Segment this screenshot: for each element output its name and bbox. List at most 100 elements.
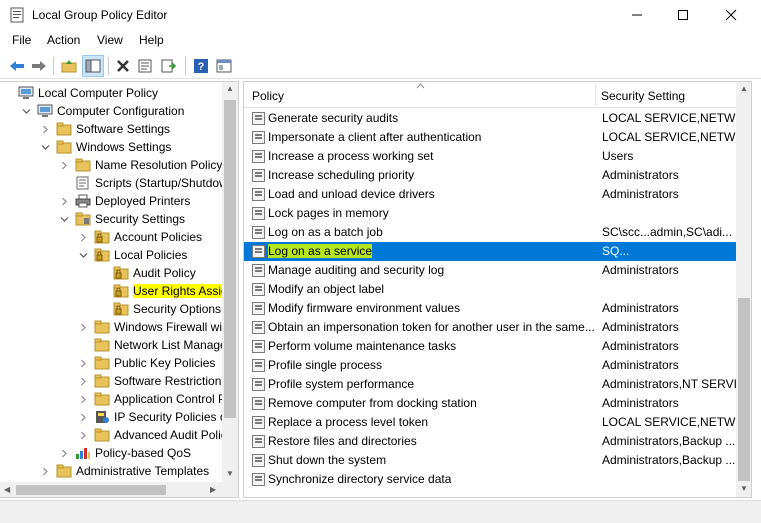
tree-node[interactable]: Policy-based QoS xyxy=(59,444,191,462)
menu-file[interactable]: File xyxy=(12,33,31,47)
collapsed-chevron-icon[interactable] xyxy=(78,232,88,242)
collapsed-chevron-icon[interactable] xyxy=(78,358,88,368)
policy-row[interactable]: Load and unload device drivers Administra… xyxy=(244,185,737,204)
policy-name: Restore files and directories xyxy=(268,434,417,448)
tree-node[interactable]: IP Security Policies on Local Computer xyxy=(78,408,238,426)
list-vertical-scrollbar[interactable]: ▲ ▼ xyxy=(736,82,751,497)
svg-text:?: ? xyxy=(198,61,205,73)
policy-row[interactable]: Increase a process working set Users xyxy=(244,147,737,166)
policy-setting-icon xyxy=(252,150,265,163)
scroll-right-arrow-icon[interactable]: ▶ xyxy=(210,486,216,494)
show-hide-tree-button[interactable] xyxy=(82,55,104,77)
menu-bar: File Action View Help xyxy=(0,30,761,52)
collapsed-chevron-icon[interactable] xyxy=(59,196,69,206)
tree-node[interactable]: Name Resolution Policy xyxy=(59,156,222,174)
collapsed-chevron-icon[interactable] xyxy=(78,430,88,440)
column-header-policy[interactable]: Policy xyxy=(252,89,284,103)
tree-node[interactable]: Security Settings xyxy=(59,210,185,228)
tree-node[interactable]: Scripts (Startup/Shutdown) xyxy=(59,174,238,192)
policy-row[interactable]: Perform volume maintenance tasks Administ… xyxy=(244,337,737,356)
menu-action[interactable]: Action xyxy=(47,33,80,47)
no-expander xyxy=(97,286,107,296)
policy-row[interactable]: Increase scheduling priority Administrato… xyxy=(244,166,737,185)
tree-node[interactable]: Audit Policy xyxy=(97,264,196,282)
properties-button[interactable] xyxy=(134,55,156,77)
policy-row[interactable]: Restore files and directories Administrat… xyxy=(244,432,737,451)
policy-row[interactable]: Profile system performance Administrators… xyxy=(244,375,737,394)
policy-row[interactable]: Lock pages in memory xyxy=(244,204,737,223)
policy-row[interactable]: Log on as a batch job SC\scc...admin,SC\a… xyxy=(244,223,737,242)
tree-node[interactable]: Software Settings xyxy=(40,120,170,138)
maximize-button[interactable] xyxy=(660,0,706,30)
policy-row[interactable]: Shut down the system Administrators,Backu… xyxy=(244,451,737,470)
tree-vertical-scrollbar[interactable]: ▲ ▼ xyxy=(222,82,238,482)
tree-node[interactable]: Windows Firewall with Advanced Security xyxy=(78,318,238,336)
tree-node[interactable]: Application Control Policies xyxy=(78,390,238,408)
policy-row[interactable]: Modify an object label xyxy=(244,280,737,299)
list-scroll-up-arrow-icon[interactable]: ▲ xyxy=(740,85,748,93)
console-button[interactable] xyxy=(213,55,235,77)
column-divider[interactable] xyxy=(595,84,596,106)
tree-node[interactable]: Local Policies xyxy=(78,246,187,264)
policy-row[interactable]: Generate security audits LOCAL SERVICE,NE… xyxy=(244,109,737,128)
collapsed-chevron-icon[interactable] xyxy=(78,376,88,386)
policy-row[interactable]: Replace a process level token LOCAL SERVI… xyxy=(244,413,737,432)
scroll-up-arrow-icon[interactable]: ▲ xyxy=(226,85,234,93)
policy-row[interactable]: Manage auditing and security log Administ… xyxy=(244,261,737,280)
tree-node[interactable]: Software Restriction Policies xyxy=(78,372,238,390)
policy-list-pane[interactable]: Policy Security Setting Generate securit… xyxy=(243,81,752,498)
collapsed-chevron-icon[interactable] xyxy=(59,160,69,170)
help-button[interactable]: ? xyxy=(190,55,212,77)
collapsed-chevron-icon[interactable] xyxy=(40,124,50,134)
close-button[interactable] xyxy=(708,0,754,30)
up-one-level-button[interactable] xyxy=(58,55,80,77)
tree-node[interactable]: Advanced Audit Policy Configuration xyxy=(78,426,238,444)
menu-help[interactable]: Help xyxy=(139,33,164,47)
policy-row[interactable]: Remove computer from docking station Admi… xyxy=(244,394,737,413)
collapsed-chevron-icon[interactable] xyxy=(78,412,88,422)
expanded-chevron-icon[interactable] xyxy=(59,214,69,224)
list-scroll-thumb[interactable] xyxy=(738,298,750,481)
policy-row[interactable]: Log on as a service SQ... xyxy=(244,242,737,261)
tree-hscroll-thumb[interactable] xyxy=(16,485,166,495)
policy-row[interactable]: Obtain an impersonation token for anothe… xyxy=(244,318,737,337)
tree-node[interactable]: Security Options xyxy=(97,300,221,318)
computer-icon xyxy=(37,104,53,117)
delete-button[interactable] xyxy=(112,55,134,77)
tree-scroll-thumb[interactable] xyxy=(224,100,236,418)
policy-row[interactable]: Synchronize directory service data xyxy=(244,470,737,489)
menu-view[interactable]: View xyxy=(97,33,123,47)
tree-node[interactable]: Network List Manager Policies xyxy=(78,336,238,354)
scroll-left-arrow-icon[interactable]: ◀ xyxy=(4,486,10,494)
security-setting-value: Users xyxy=(602,149,634,163)
folder-icon xyxy=(56,140,72,154)
minimize-button[interactable] xyxy=(614,0,660,30)
tree-node[interactable]: Computer Configuration xyxy=(21,102,184,120)
tree-node[interactable]: Public Key Policies xyxy=(78,354,215,372)
scroll-down-arrow-icon[interactable]: ▼ xyxy=(226,470,234,478)
expanded-chevron-icon[interactable] xyxy=(78,250,88,260)
forward-button[interactable] xyxy=(28,55,50,77)
column-header-security-setting[interactable]: Security Setting xyxy=(601,89,685,103)
policy-row[interactable]: Impersonate a client after authenticatio… xyxy=(244,128,737,147)
list-scroll-down-arrow-icon[interactable]: ▼ xyxy=(740,485,748,493)
console-tree-pane[interactable]: Local Computer Policy Computer Configurat… xyxy=(0,81,239,498)
collapsed-chevron-icon[interactable] xyxy=(59,448,69,458)
expanded-chevron-icon[interactable] xyxy=(40,142,50,152)
collapsed-chevron-icon[interactable] xyxy=(78,394,88,404)
tree-node-label: Scripts (Startup/Shutdown) xyxy=(95,176,239,190)
export-list-button[interactable] xyxy=(158,55,180,77)
back-button[interactable] xyxy=(6,55,28,77)
collapsed-chevron-icon[interactable] xyxy=(78,322,88,332)
tree-node[interactable]: Windows Settings xyxy=(40,138,171,156)
tree-node[interactable]: Deployed Printers xyxy=(59,192,190,210)
tree-node[interactable]: Administrative Templates xyxy=(40,462,209,480)
policy-row[interactable]: Modify firmware environment values Admini… xyxy=(244,299,737,318)
expanded-chevron-icon[interactable] xyxy=(21,106,31,116)
tree-node[interactable]: Local Computer Policy xyxy=(2,84,158,102)
tree-node[interactable]: Account Policies xyxy=(78,228,202,246)
collapsed-chevron-icon[interactable] xyxy=(40,466,50,476)
tree-node[interactable]: User Rights Assignment xyxy=(97,282,238,300)
policy-row[interactable]: Profile single process Administrators xyxy=(244,356,737,375)
tree-horizontal-scrollbar[interactable]: ◀ ▶ xyxy=(0,482,238,497)
